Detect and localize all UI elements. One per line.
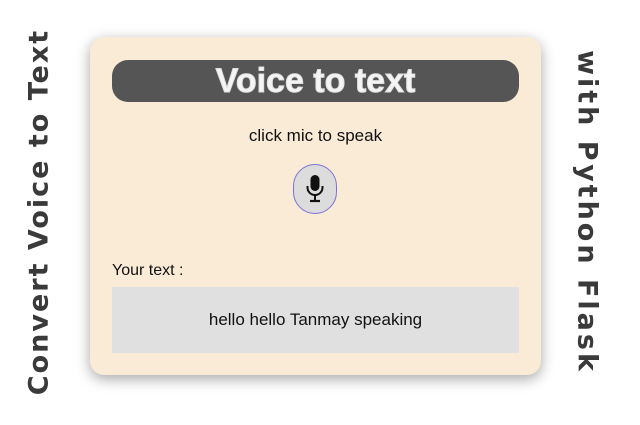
mic-button[interactable]: [293, 164, 337, 214]
banner-right-text: with Python Flask: [571, 50, 603, 374]
microphone-icon: [306, 175, 324, 203]
transcript-text: hello hello Tanmay speaking: [208, 310, 423, 329]
transcript-output: hello hello Tanmay speaking: [112, 287, 519, 353]
voice-to-text-card: Voice to text click mic to speak Your te…: [90, 37, 541, 375]
title-bar: Voice to text: [112, 60, 519, 102]
banner-left-text: Convert Voice to Text: [23, 28, 55, 396]
app-title: Voice to text: [215, 62, 416, 100]
mic-hint: click mic to speak: [248, 126, 383, 145]
output-label: Your text :: [112, 262, 184, 279]
